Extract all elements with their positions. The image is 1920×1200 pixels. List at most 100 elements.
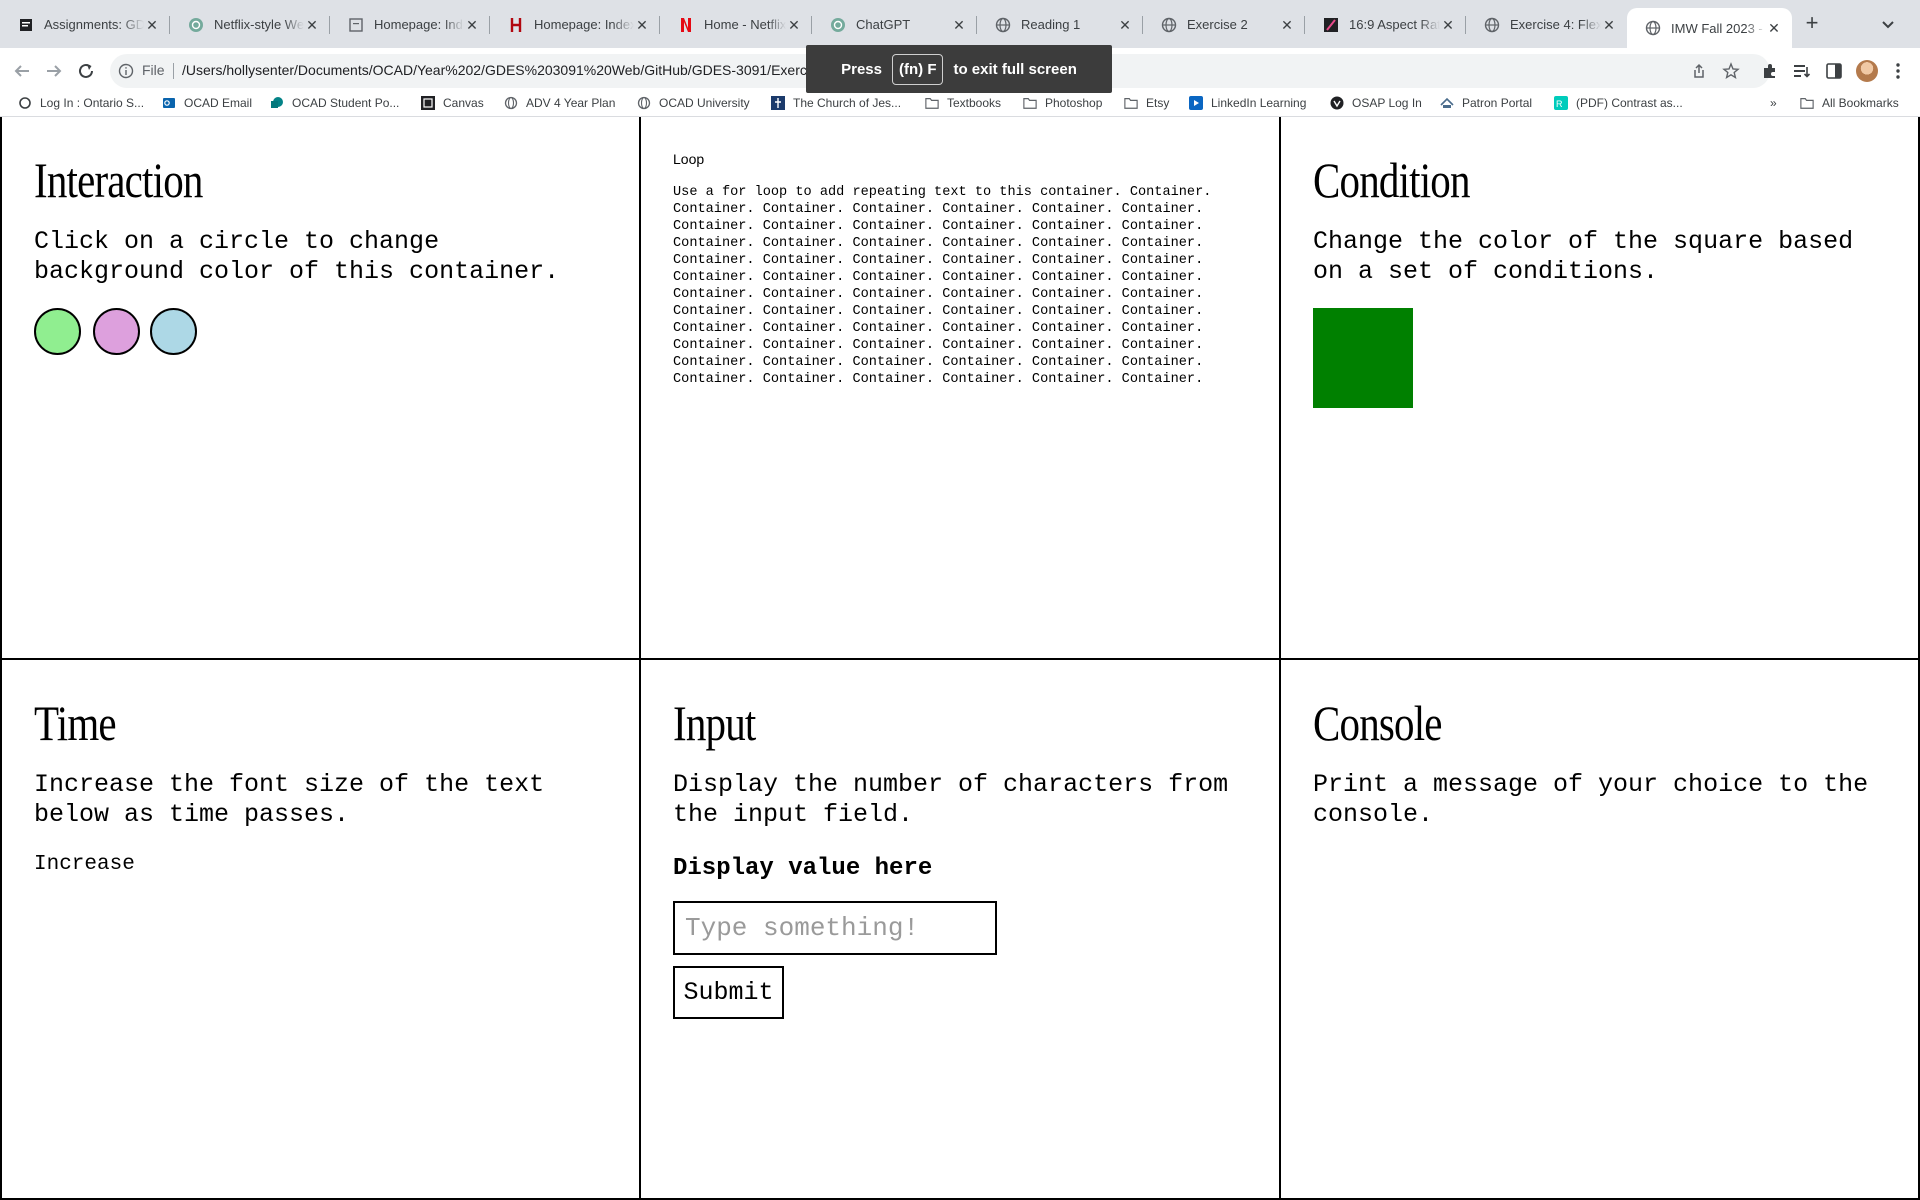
tab-title: IMW Fall 2023 - E5	[1671, 20, 1766, 36]
tab-title: Homepage: Index	[534, 17, 634, 32]
profile-avatar[interactable]	[1856, 60, 1878, 82]
tab-title: Exercise 4: Flexbox	[1510, 17, 1601, 32]
time-title: Time	[34, 695, 117, 751]
browser-tab[interactable]: Homepage: Index✕	[330, 8, 490, 41]
close-icon[interactable]: ✕	[144, 17, 160, 33]
pink-circle[interactable]	[93, 308, 140, 355]
close-icon[interactable]: ✕	[951, 17, 967, 33]
globe-icon	[1645, 20, 1661, 36]
all-bookmarks-button[interactable]: All Bookmarks	[1800, 94, 1899, 112]
bookmark-label: OCAD University	[659, 96, 750, 110]
close-icon[interactable]: ✕	[634, 17, 650, 33]
browser-tab[interactable]: IMW Fall 2023 - E5✕	[1627, 8, 1792, 48]
condition-container: Condition Change the color of the square…	[1281, 117, 1920, 660]
canvas-icon	[421, 96, 435, 110]
bookmark-item[interactable]: OSAP Log In	[1330, 94, 1422, 112]
close-icon[interactable]: ✕	[1117, 17, 1133, 33]
back-arrow-icon[interactable]	[10, 59, 34, 83]
condition-title: Condition	[1313, 152, 1470, 208]
bookmark-item[interactable]: OCAD Student Po...	[270, 94, 399, 112]
exercise-grid: Interaction Click on a circle to change …	[0, 117, 1920, 1200]
loop-title: Loop	[673, 151, 705, 167]
bookmark-item[interactable]: R (PDF) Contrast as...	[1554, 94, 1683, 112]
forward-arrow-icon[interactable]	[42, 59, 66, 83]
bookmark-star-icon[interactable]	[1722, 62, 1740, 80]
browser-tab[interactable]: Home - Netflix ✕	[660, 8, 812, 41]
increase-text: Increase	[34, 853, 135, 876]
browser-tab[interactable]: Reading 1 ✕	[977, 8, 1143, 41]
bookmark-item[interactable]: Canvas	[421, 94, 484, 112]
text-input[interactable]	[673, 901, 997, 955]
folder-icon	[1023, 96, 1037, 110]
close-icon[interactable]: ✕	[1601, 17, 1617, 33]
researchgate-icon: R	[1554, 96, 1568, 110]
toast-rest: to exit full screen	[953, 60, 1077, 78]
bookmark-label: The Church of Jes...	[793, 96, 902, 110]
globe-icon	[1484, 17, 1500, 33]
bookmark-item[interactable]: Log In : Ontario S...	[18, 94, 144, 112]
chatgpt-icon	[188, 17, 204, 33]
close-icon[interactable]: ✕	[1440, 17, 1456, 33]
bookmark-item[interactable]: OCAD Email	[162, 94, 252, 112]
all-bookmarks-label: All Bookmarks	[1822, 96, 1899, 110]
submit-button[interactable]: Submit	[673, 966, 784, 1019]
tab-title: Homepage: Index	[374, 17, 464, 32]
kebab-menu-icon[interactable]	[1888, 61, 1908, 81]
browser-tab[interactable]: Exercise 4: Flexbox✕	[1466, 8, 1627, 41]
tab-title: 16:9 Aspect Ratio	[1349, 17, 1440, 32]
bookmark-item[interactable]: ADV 4 Year Plan	[504, 94, 615, 112]
linkedin-icon	[1189, 96, 1203, 110]
loop-container: Loop Use a for loop to add repeating tex…	[641, 117, 1281, 660]
bookmark-item[interactable]: Textbooks	[925, 94, 1001, 112]
loop-repeated-text: Use a for loop to add repeating text to …	[673, 185, 1212, 387]
blue-circle[interactable]	[150, 308, 197, 355]
fullscreen-toast: Press (fn) F to exit full screen	[806, 45, 1112, 93]
console-description: Print a message of your choice to the co…	[1313, 770, 1869, 829]
church-icon	[771, 96, 785, 110]
bookmark-item[interactable]: The Church of Jes...	[771, 94, 901, 112]
tab-title: Exercise 2	[1187, 17, 1248, 32]
browser-tab[interactable]: ChatGPT ✕	[812, 8, 977, 41]
browser-tab[interactable]: 16:9 Aspect Ratio✕	[1305, 8, 1466, 41]
ring-icon	[18, 96, 32, 110]
info-icon[interactable]	[118, 63, 134, 79]
input-title: Input	[673, 695, 756, 751]
browser-tab[interactable]: Exercise 2 ✕	[1143, 8, 1305, 41]
close-icon[interactable]: ✕	[464, 17, 480, 33]
more-bookmarks-chevron[interactable]: »	[1770, 94, 1777, 112]
bookmark-label: LinkedIn Learning	[1211, 96, 1307, 110]
browser-tab[interactable]: Assignments: GDES✕	[0, 8, 170, 41]
bookmark-label: Log In : Ontario S...	[40, 96, 145, 110]
reading-list-icon[interactable]	[1792, 61, 1812, 81]
side-panel-icon[interactable]	[1824, 61, 1844, 81]
browser-tab[interactable]: Homepage: Index✕	[490, 8, 660, 41]
sharepoint-icon	[270, 96, 284, 110]
time-description: Increase the font size of the text below…	[34, 770, 545, 829]
tab-search-chevron-icon[interactable]	[1878, 14, 1898, 34]
close-icon[interactable]: ✕	[1279, 17, 1295, 33]
condition-description: Change the color of the square based on …	[1313, 227, 1854, 286]
bookmark-label: Etsy	[1146, 96, 1170, 110]
tab-title: Netflix-style Web	[214, 17, 304, 32]
share-icon[interactable]	[1690, 62, 1708, 80]
green-circle[interactable]	[34, 308, 81, 355]
bookmark-item[interactable]: LinkedIn Learning	[1189, 94, 1306, 112]
bookmark-label: OCAD Student Po...	[292, 96, 400, 110]
folder-icon	[925, 96, 939, 110]
browser-tab[interactable]: Netflix-style Web ✕	[170, 8, 330, 41]
tab-strip: Assignments: GDES✕Netflix-style Web✕Home…	[0, 0, 1920, 48]
extensions-puzzle-icon[interactable]	[1760, 61, 1780, 81]
reload-icon[interactable]	[74, 59, 98, 83]
console-title: Console	[1313, 695, 1442, 751]
close-icon[interactable]: ✕	[304, 17, 320, 33]
bookmark-item[interactable]: Photoshop	[1023, 94, 1102, 112]
condition-square	[1313, 308, 1413, 408]
close-icon[interactable]: ✕	[1766, 20, 1782, 36]
console-container: Console Print a message of your choice t…	[1281, 660, 1920, 1200]
bookmark-item[interactable]: Etsy	[1124, 94, 1169, 112]
bookmark-item[interactable]: Patron Portal	[1440, 94, 1532, 112]
new-tab-button[interactable]: +	[1800, 12, 1824, 36]
close-icon[interactable]: ✕	[786, 17, 802, 33]
bookmark-item[interactable]: OCAD University	[637, 94, 750, 112]
tab-title: Reading 1	[1021, 17, 1081, 32]
